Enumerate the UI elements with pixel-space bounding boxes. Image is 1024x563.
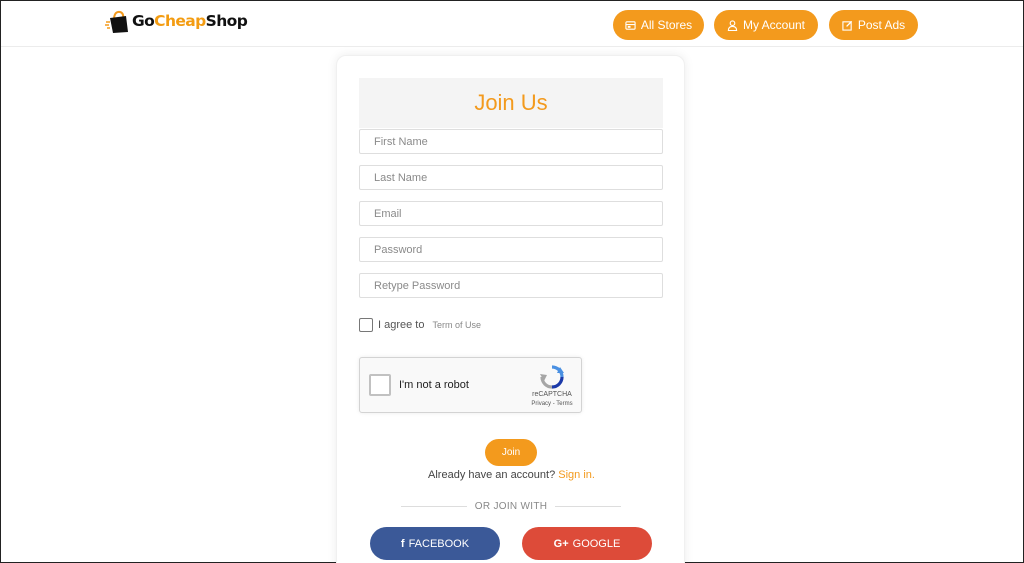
google-button[interactable]: G+ GOOGLE	[522, 527, 652, 560]
divider-line-right	[555, 505, 622, 507]
shopping-bag-icon	[105, 8, 129, 34]
signup-card: Join Us I agree to Term of Use I'm not a…	[336, 55, 685, 563]
logo-text: GoCheapShop	[132, 12, 248, 30]
signin-prompt: Already have an account? Sign in.	[337, 469, 686, 481]
my-account-label: My Account	[742, 18, 806, 32]
password-input[interactable]	[359, 237, 663, 262]
all-stores-button[interactable]: All Stores	[613, 10, 704, 40]
signin-link[interactable]: Sign in.	[558, 469, 595, 481]
recaptcha-checkbox[interactable]	[369, 374, 391, 396]
facebook-label: FACEBOOK	[408, 537, 470, 550]
terms-link[interactable]: Term of Use	[432, 320, 481, 330]
all-stores-label: All Stores	[640, 18, 693, 32]
site-header: GoCheapShop All Stores My Account Post A…	[1, 1, 1023, 47]
facebook-button[interactable]: f FACEBOOK	[370, 527, 500, 560]
terms-agreement: I agree to Term of Use	[359, 318, 481, 332]
recaptcha-brand: reCAPTCHA	[532, 391, 572, 398]
recaptcha-label: I'm not a robot	[399, 379, 469, 391]
recaptcha-logo-icon	[540, 365, 564, 389]
retype-password-input[interactable]	[359, 273, 663, 298]
signin-text: Already have an account?	[428, 469, 556, 481]
user-icon	[727, 19, 738, 31]
form-title-box: Join Us	[359, 78, 663, 128]
form-title: Join Us	[474, 90, 548, 115]
divider-line-left	[401, 505, 467, 507]
email-input[interactable]	[359, 201, 663, 226]
google-label: GOOGLE	[572, 537, 621, 550]
my-account-button[interactable]: My Account	[714, 10, 818, 40]
recaptcha-widget: I'm not a robot reCAPTCHA Privacy - Term…	[359, 357, 582, 413]
post-ads-label: Post Ads	[857, 18, 906, 32]
terms-checkbox[interactable]	[359, 318, 373, 332]
edit-icon	[842, 20, 852, 31]
store-icon	[625, 20, 636, 30]
recaptcha-terms-link[interactable]: Privacy - Terms	[524, 401, 580, 407]
or-divider: OR JOIN WITH	[401, 500, 622, 512]
facebook-icon: f	[400, 537, 405, 550]
terms-label: I agree to	[378, 319, 425, 331]
post-ads-button[interactable]: Post Ads	[829, 10, 918, 40]
divider-label: OR JOIN WITH	[474, 500, 548, 512]
site-logo[interactable]: GoCheapShop	[105, 7, 248, 35]
last-name-input[interactable]	[359, 165, 663, 190]
google-plus-icon: G+	[553, 537, 569, 550]
join-button[interactable]: Join	[485, 439, 537, 466]
first-name-input[interactable]	[359, 129, 663, 154]
